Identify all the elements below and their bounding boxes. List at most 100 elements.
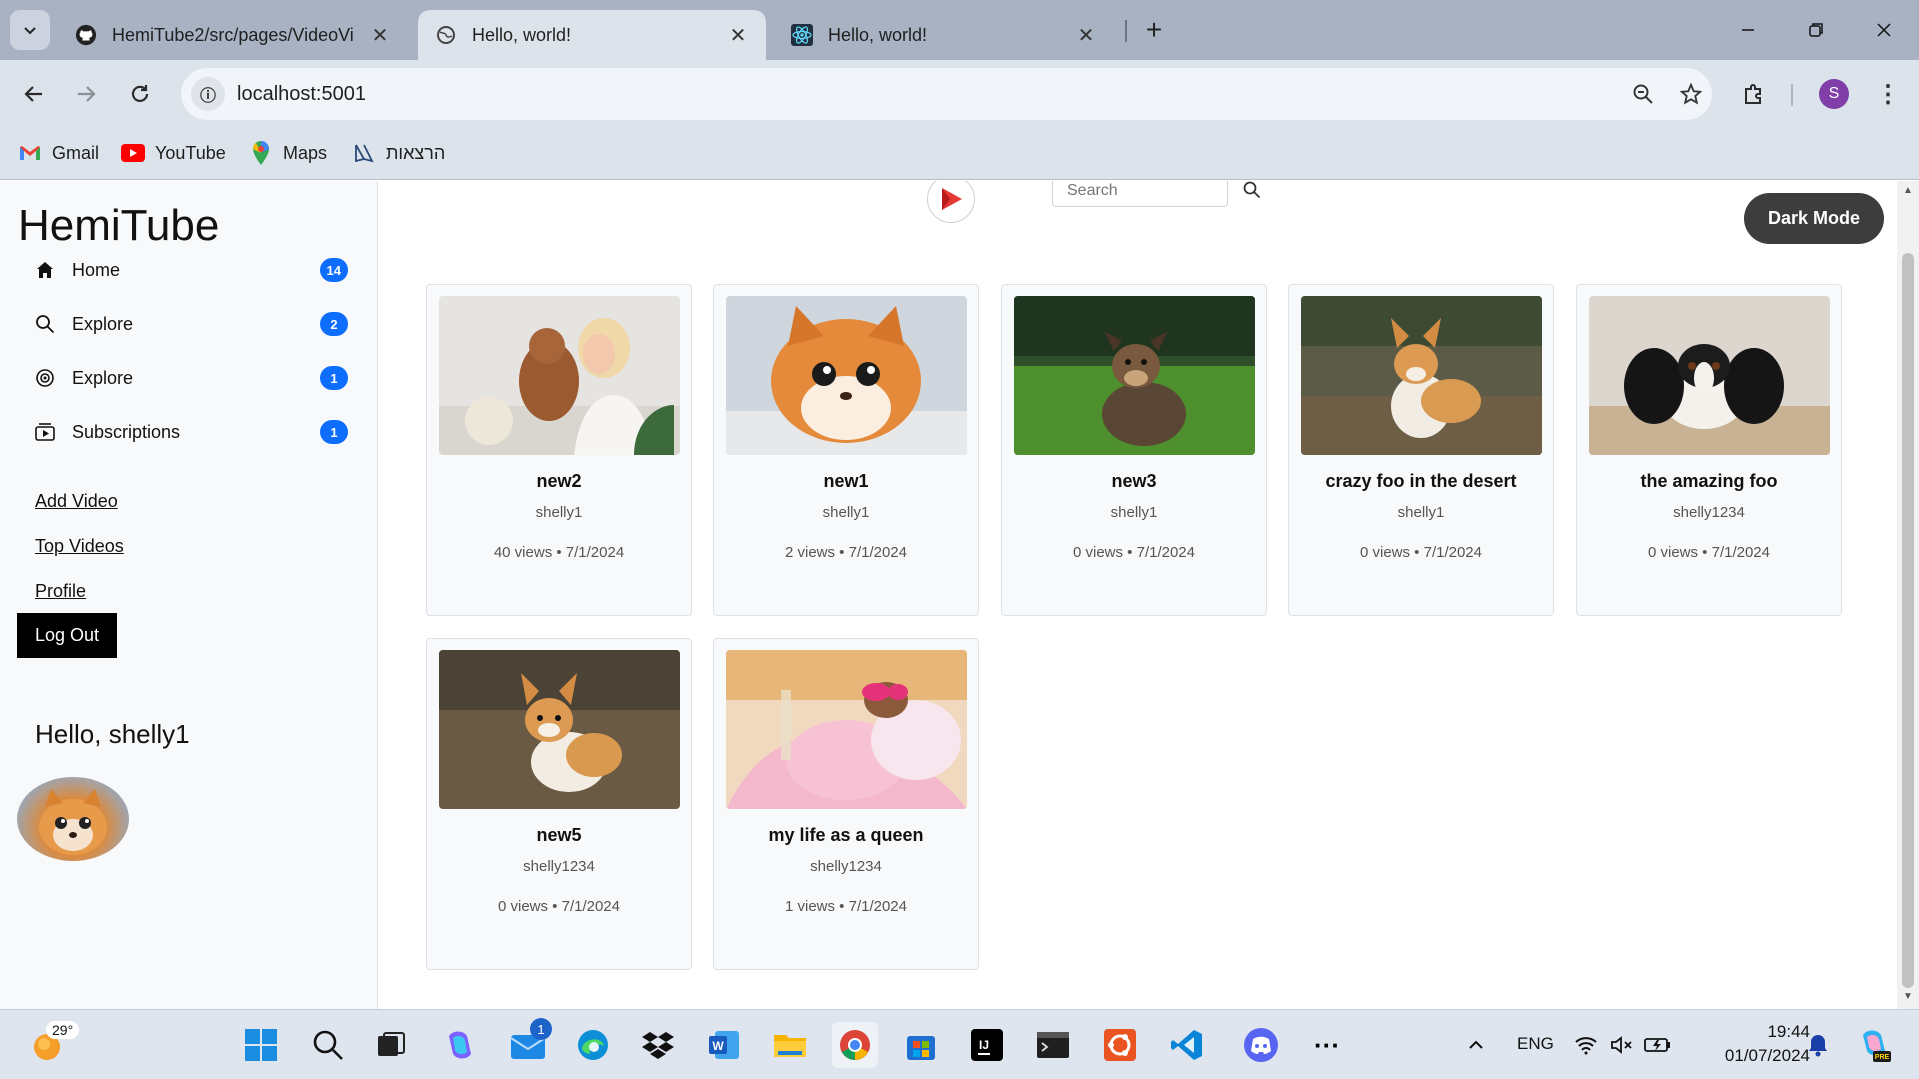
brand-title: HemiTube xyxy=(18,201,220,250)
tab-hello-world-active[interactable]: Hello, world! ✕ xyxy=(418,10,766,60)
reload-button[interactable] xyxy=(120,74,160,114)
terminal-button[interactable] xyxy=(1030,1022,1076,1068)
toolbar-separator xyxy=(1791,84,1793,106)
video-title[interactable]: new1 xyxy=(714,471,978,492)
profile-link[interactable]: Profile xyxy=(35,581,86,602)
video-card[interactable]: the amazing foo shelly1234 0 views • 7/1… xyxy=(1576,284,1842,616)
url-text[interactable]: localhost:5001 xyxy=(237,83,366,106)
page-scrollbar[interactable]: ▲ ▼ xyxy=(1897,181,1919,1009)
ubuntu-button[interactable] xyxy=(1097,1022,1143,1068)
video-title[interactable]: my life as a queen xyxy=(714,825,978,846)
start-button[interactable] xyxy=(238,1022,284,1068)
tab-list-button[interactable] xyxy=(10,10,50,50)
back-button[interactable] xyxy=(14,74,54,114)
scroll-up-arrow-icon[interactable]: ▲ xyxy=(1901,185,1915,199)
sidebar-item-label: Explore xyxy=(72,313,134,334)
video-thumbnail[interactable] xyxy=(1589,296,1830,455)
video-title[interactable]: the amazing foo xyxy=(1577,471,1841,492)
add-video-link[interactable]: Add Video xyxy=(35,491,118,512)
tab-hello-world[interactable]: Hello, world! ✕ xyxy=(774,10,1114,60)
video-thumbnail[interactable] xyxy=(439,650,680,809)
user-avatar[interactable] xyxy=(17,777,129,861)
site-info-icon[interactable]: ⓘ xyxy=(191,77,225,111)
close-tab-icon[interactable]: ✕ xyxy=(726,23,750,47)
edge-button[interactable] xyxy=(570,1022,616,1068)
close-window-button[interactable] xyxy=(1850,0,1918,60)
video-thumbnail[interactable] xyxy=(439,296,680,455)
svg-text:PRE: PRE xyxy=(1875,1054,1890,1061)
search-button[interactable] xyxy=(1237,181,1267,205)
video-card[interactable]: new3 shelly1 0 views • 7/1/2024 xyxy=(1001,284,1267,616)
restore-button[interactable] xyxy=(1782,0,1850,60)
video-thumbnail[interactable] xyxy=(1014,296,1255,455)
windows-logo-icon xyxy=(245,1029,277,1061)
language-indicator[interactable]: ENG xyxy=(1517,1034,1554,1054)
browser-menu-button[interactable]: ⋮ xyxy=(1868,74,1908,114)
video-card[interactable]: new1 shelly1 2 views • 7/1/2024 xyxy=(713,284,979,616)
bookmark-gmail[interactable]: Gmail xyxy=(18,138,99,168)
video-card[interactable]: my life as a queen shelly1234 1 views • … xyxy=(713,638,979,970)
video-card[interactable]: new2 shelly1 40 views • 7/1/2024 xyxy=(426,284,692,616)
video-title[interactable]: new2 xyxy=(427,471,691,492)
battery-status[interactable] xyxy=(1640,1022,1676,1068)
weather-temp: 29° xyxy=(46,1021,80,1039)
show-hidden-icons-button[interactable] xyxy=(1456,1022,1496,1068)
scrollbar-thumb[interactable] xyxy=(1902,253,1914,988)
top-videos-link[interactable]: Top Videos xyxy=(35,536,124,557)
dropbox-button[interactable] xyxy=(635,1022,681,1068)
video-title[interactable]: new5 xyxy=(427,825,691,846)
close-tab-icon[interactable]: ✕ xyxy=(1074,23,1098,47)
video-title[interactable]: crazy foo in the desert xyxy=(1289,471,1553,492)
search-input[interactable] xyxy=(1052,181,1228,207)
store-button[interactable] xyxy=(898,1022,944,1068)
discord-button[interactable] xyxy=(1238,1022,1284,1068)
bookmark-youtube[interactable]: YouTube xyxy=(121,138,226,168)
copilot-pre-button[interactable]: PRE xyxy=(1850,1022,1896,1068)
bookmark-lectures[interactable]: הרצאות xyxy=(352,138,445,168)
count-badge: 2 xyxy=(320,312,348,336)
minimize-button[interactable] xyxy=(1714,0,1782,60)
extensions-button[interactable] xyxy=(1734,74,1774,114)
more-apps-button[interactable]: ··· xyxy=(1304,1022,1350,1068)
site-logo[interactable] xyxy=(927,181,975,223)
browser-toolbar: ⓘ localhost:5001 S ⋮ xyxy=(0,60,1919,128)
video-thumbnail[interactable] xyxy=(1301,296,1542,455)
bookmark-maps[interactable]: Maps xyxy=(249,138,327,168)
word-button[interactable]: W xyxy=(701,1022,747,1068)
taskbar-search-button[interactable] xyxy=(305,1022,351,1068)
wifi-status[interactable] xyxy=(1568,1022,1604,1068)
bookmark-label: YouTube xyxy=(155,142,226,163)
chrome-button[interactable] xyxy=(832,1022,878,1068)
drive-icon xyxy=(352,143,376,163)
video-card[interactable]: crazy foo in the desert shelly1 0 views … xyxy=(1288,284,1554,616)
sidebar-item-home[interactable]: Home 14 xyxy=(18,247,348,293)
notifications-button[interactable] xyxy=(1798,1022,1838,1068)
video-title[interactable]: new3 xyxy=(1002,471,1266,492)
close-tab-icon[interactable]: ✕ xyxy=(368,23,392,47)
logout-button[interactable]: Log Out xyxy=(17,613,117,658)
dark-mode-button[interactable]: Dark Mode xyxy=(1744,193,1884,244)
video-thumbnail[interactable] xyxy=(726,296,967,455)
clock-time[interactable]: 19:44 xyxy=(1700,1022,1810,1042)
clock-date[interactable]: 01/07/2024 xyxy=(1700,1046,1810,1066)
scroll-down-arrow-icon[interactable]: ▼ xyxy=(1901,991,1915,1005)
task-view-button[interactable] xyxy=(368,1022,414,1068)
new-tab-button[interactable]: + xyxy=(1138,14,1170,46)
profile-button[interactable]: S xyxy=(1814,74,1854,114)
sidebar-item-explore-2[interactable]: Explore 1 xyxy=(18,355,348,401)
bookmark-star-icon[interactable] xyxy=(1673,76,1709,112)
sidebar-item-explore[interactable]: Explore 2 xyxy=(18,301,348,347)
tab-github[interactable]: HemiTube2/src/pages/VideoVi ✕ xyxy=(58,10,408,60)
sidebar-item-subscriptions[interactable]: Subscriptions 1 xyxy=(18,409,348,455)
intellij-button[interactable]: IJ xyxy=(964,1022,1010,1068)
video-thumbnail[interactable] xyxy=(726,650,967,809)
volume-status[interactable] xyxy=(1604,1022,1640,1068)
file-explorer-button[interactable] xyxy=(767,1022,813,1068)
vscode-button[interactable] xyxy=(1164,1022,1210,1068)
zoom-icon[interactable] xyxy=(1625,76,1661,112)
copilot-button[interactable] xyxy=(437,1022,483,1068)
main-content: Dark Mode new2 xyxy=(379,181,1897,1009)
address-bar[interactable]: ⓘ localhost:5001 xyxy=(181,68,1712,120)
video-card[interactable]: new5 shelly1234 0 views • 7/1/2024 xyxy=(426,638,692,970)
forward-button[interactable] xyxy=(66,74,106,114)
